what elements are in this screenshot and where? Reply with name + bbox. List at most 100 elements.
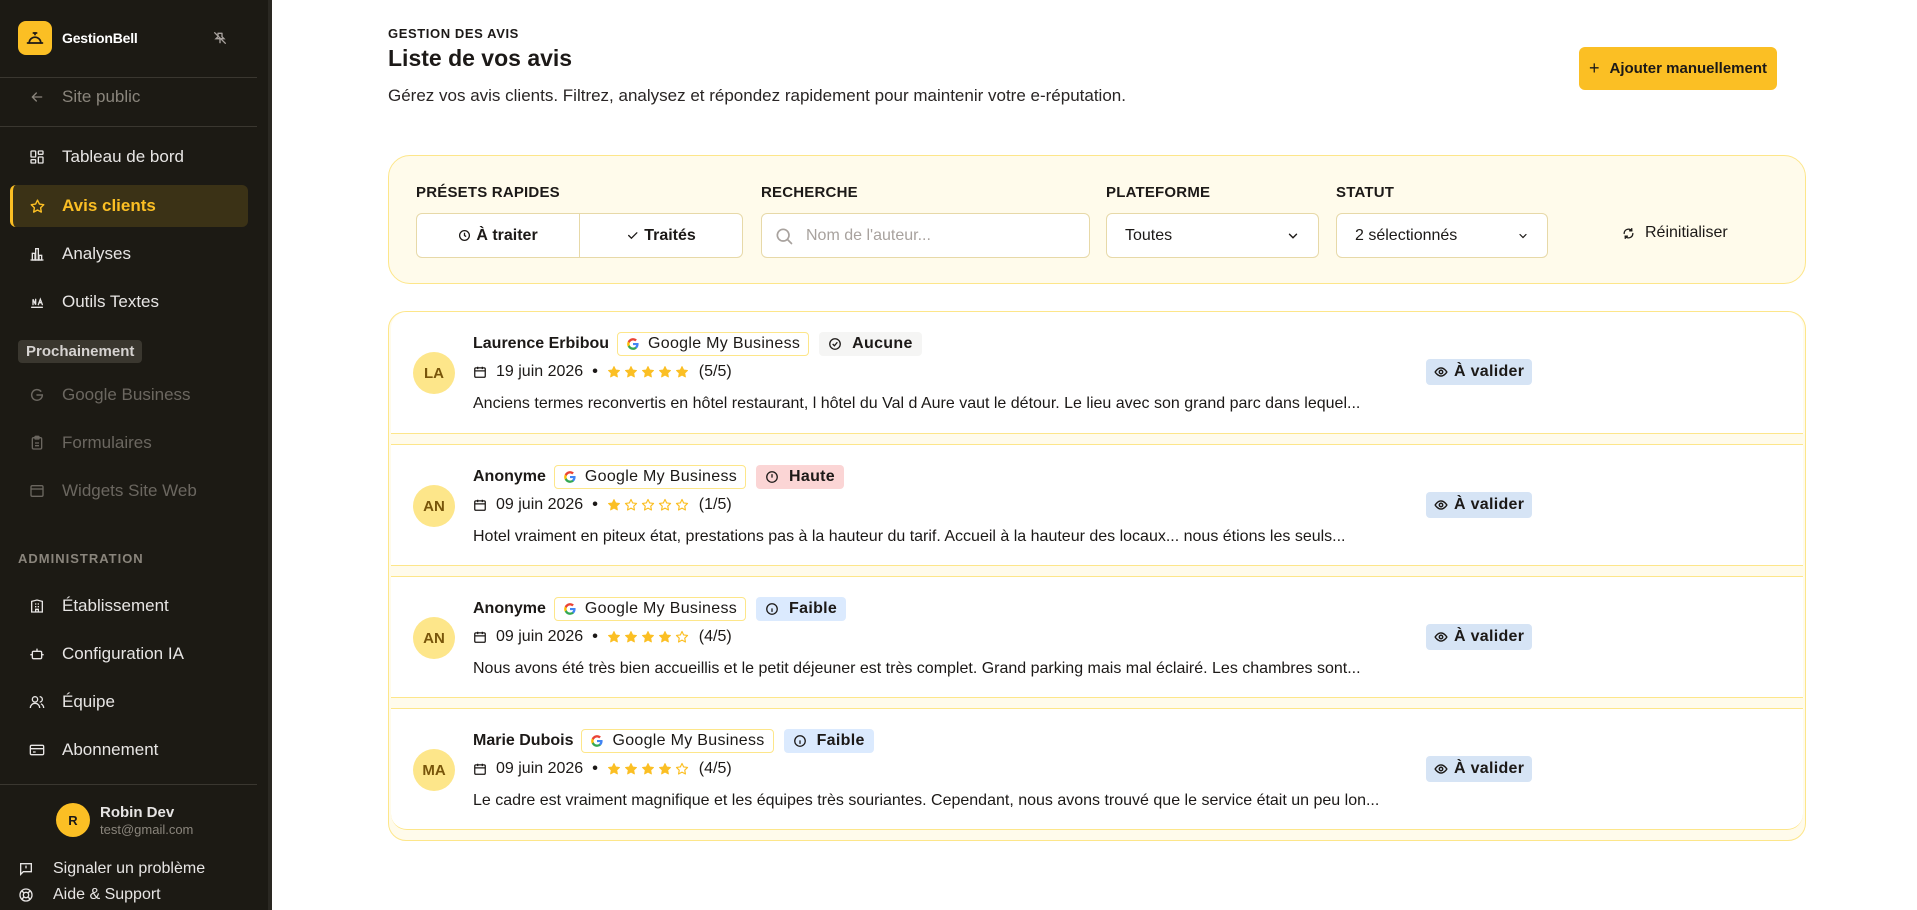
section-label-administration: ADMINISTRATION [18, 551, 144, 566]
footer-label: Signaler un problème [53, 860, 206, 877]
eye-icon [1434, 762, 1448, 776]
platform-label: Google My Business [584, 600, 738, 617]
nav-label: Google Business [62, 385, 191, 404]
brand[interactable]: GestionBell [18, 21, 138, 55]
nav-widgets-site-web: Widgets Site Web [10, 470, 248, 512]
platform-label: Google My Business [584, 468, 738, 485]
google-icon [626, 337, 640, 351]
google-icon [590, 734, 604, 748]
nav-label: Analyses [62, 244, 131, 263]
review-text: Anciens termes reconvertis en hôtel rest… [473, 395, 1361, 412]
review-text: Nous avons été très bien accueillis et l… [473, 660, 1361, 677]
preset-label: À traiter [476, 226, 538, 244]
lifebuoy-icon [18, 887, 34, 903]
robot-icon [27, 644, 47, 664]
star-filled-icon [607, 498, 621, 512]
status-label: À valider [1454, 496, 1525, 513]
nav-label: Avis clients [62, 196, 156, 215]
search-field [761, 213, 1090, 258]
collapse-sidebar-icon[interactable] [210, 28, 230, 48]
eye-icon [1434, 630, 1448, 644]
status-select[interactable]: 2 sélectionnés [1336, 213, 1548, 258]
priority-badge: Faible [756, 597, 847, 621]
star-filled-icon [624, 762, 638, 776]
review-row[interactable]: AN Anonyme Google My Business Faible 09 juin… [391, 576, 1803, 698]
review-date: 09 juin 2026 [496, 496, 584, 513]
search-input[interactable] [806, 226, 1066, 245]
nav-tableau-de-bord[interactable]: Tableau de bord [10, 136, 248, 178]
bell-logo-icon [18, 21, 52, 55]
nav-label: Configuration IA [62, 644, 184, 663]
nav-equipe[interactable]: Équipe [10, 681, 248, 723]
user-name: Robin Dev [100, 803, 175, 821]
rating-stars [607, 498, 689, 512]
review-author: Marie Dubois [473, 732, 574, 749]
review-avatar: AN [413, 485, 455, 527]
review-avatar: MA [413, 749, 455, 791]
nav-label: Établissement [62, 596, 169, 615]
star-filled-icon [658, 630, 672, 644]
nav-configuration-ia[interactable]: Configuration IA [10, 633, 248, 675]
preset-traites-button[interactable]: Traités [579, 214, 742, 257]
nav-site-public[interactable]: Site public [10, 76, 248, 118]
nav-etablissement[interactable]: Établissement [10, 585, 248, 627]
platform-badge: Google My Business [553, 465, 747, 489]
nav-outils-textes[interactable]: Outils Textes [10, 281, 248, 323]
platform-badge: Google My Business [553, 597, 747, 621]
nav-abonnement[interactable]: Abonnement [10, 729, 248, 771]
rating-label: (5/5) [698, 363, 732, 380]
rating-stars [607, 630, 689, 644]
google-icon [563, 470, 577, 484]
priority-label: Faible [816, 732, 865, 749]
review-date: 09 juin 2026 [496, 628, 584, 645]
star-filled-icon [658, 365, 672, 379]
help-support-link[interactable]: Aide & Support [18, 886, 161, 904]
review-date: 19 juin 2026 [496, 363, 584, 380]
status-badge[interactable]: À valider [1426, 492, 1533, 518]
platform-label: PLATEFORME [1106, 184, 1211, 201]
status-badge[interactable]: À valider [1426, 756, 1533, 782]
review-row[interactable]: LA Laurence Erbibou Google My Business Aucu… [391, 312, 1803, 434]
brand-name: GestionBell [62, 30, 138, 46]
rating-label: (1/5) [698, 496, 732, 513]
clipboard-icon [27, 433, 47, 453]
report-problem-link[interactable]: Signaler un problème [18, 860, 205, 878]
avatar: R [56, 803, 90, 837]
reset-filters-button[interactable]: Réinitialiser [1622, 224, 1728, 242]
review-row[interactable]: MA Marie Dubois Google My Business Faible 09… [391, 708, 1803, 830]
google-icon [27, 385, 47, 405]
nav-avis-clients[interactable]: Avis clients [10, 185, 248, 227]
calendar-icon [473, 630, 487, 644]
divider [0, 784, 257, 785]
user-email: test@gmail.com [100, 821, 194, 837]
platform-select[interactable]: Toutes [1106, 213, 1319, 258]
rating-stars [607, 365, 689, 379]
star-empty-icon [658, 498, 672, 512]
review-text: Le cadre est vraiment magnifique et les … [473, 792, 1380, 809]
star-empty-icon [624, 498, 638, 512]
review-row[interactable]: AN Anonyme Google My Business Haute 09 juin … [391, 444, 1803, 566]
status-badge[interactable]: À valider [1426, 624, 1533, 650]
add-review-button[interactable]: + Ajouter manuellement [1579, 47, 1777, 90]
star-filled-icon [641, 762, 655, 776]
presets-label: PRÉSETS RAPIDES [416, 184, 560, 201]
star-filled-icon [607, 365, 621, 379]
status-badge[interactable]: À valider [1426, 359, 1533, 385]
priority-label: Faible [789, 600, 838, 617]
preset-a-traiter-button[interactable]: À traiter [417, 214, 579, 257]
star-empty-icon [675, 630, 689, 644]
nav-label: Abonnement [62, 740, 159, 759]
star-empty-icon [675, 498, 689, 512]
priority-badge: Haute [756, 465, 844, 489]
search-label: RECHERCHE [761, 184, 858, 201]
eye-icon [1434, 498, 1448, 512]
credit-card-icon [27, 740, 47, 760]
status-label: STATUT [1336, 184, 1395, 201]
text-tools-icon [27, 292, 47, 312]
star-filled-icon [624, 630, 638, 644]
user-profile[interactable]: R Robin Dev test@gmail.com [56, 803, 193, 837]
rating-label: (4/5) [698, 760, 732, 777]
status-value: 2 sélectionnés [1355, 226, 1458, 244]
dashboard-icon [27, 147, 47, 167]
nav-analyses[interactable]: Analyses [10, 233, 248, 275]
